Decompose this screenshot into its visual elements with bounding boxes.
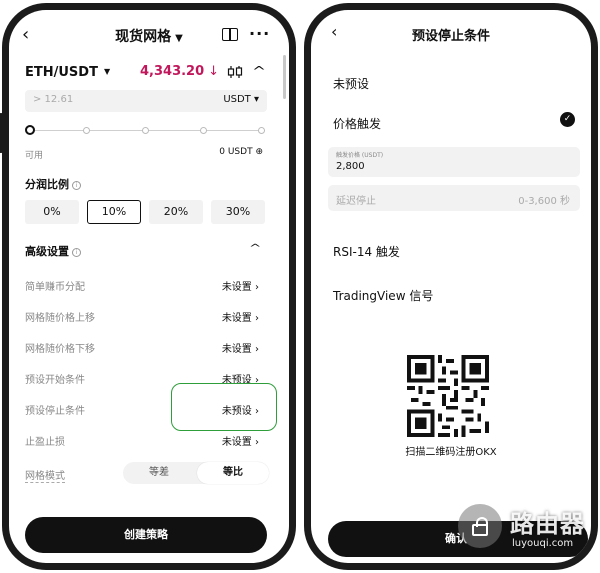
- watermark-logo: [458, 504, 502, 548]
- arrow-down-icon: ↓: [208, 64, 220, 79]
- row-value-grid-down[interactable]: 未设置 ›: [222, 340, 259, 355]
- ratio-option-30[interactable]: 30%: [211, 200, 265, 224]
- option-tradingview-signal[interactable]: TradingView 信号: [333, 287, 433, 304]
- caret-down-icon: ▼: [175, 33, 183, 44]
- right-phone: ‹ 预设停止条件 未预设 价格触发 ✓ 触发价格 (USDT) 2,800 延迟…: [304, 3, 598, 570]
- watermark-text: 路由器: [510, 510, 585, 538]
- grid-mode-geometric[interactable]: 等比: [197, 462, 269, 484]
- page-title[interactable]: 现货网格 ▼: [9, 26, 289, 46]
- profit-ratio-title: 分润比例 i: [25, 176, 81, 192]
- book-icon[interactable]: [222, 28, 238, 41]
- slider-step[interactable]: [200, 127, 207, 134]
- left-phone: ‹ 现货网格 ▼ ··· ETH/USDT ▼ 4,343.20 ↓ ^ > 12.6…: [0, 3, 296, 570]
- info-icon[interactable]: i: [72, 248, 81, 257]
- available-value: 0 USDT ⊕: [219, 147, 263, 157]
- watermark-url: luyouqi.com: [512, 538, 574, 549]
- qr-caption: 扫描二维码注册OKX: [405, 447, 497, 458]
- scrollbar[interactable]: [283, 55, 286, 99]
- side-button: [0, 113, 3, 153]
- candlestick-icon[interactable]: [227, 65, 243, 83]
- grid-mode-toggle[interactable]: 等差 等比: [123, 462, 269, 484]
- ratio-option-20[interactable]: 20%: [149, 200, 203, 224]
- create-strategy-button[interactable]: 创建策略: [25, 517, 267, 553]
- row-label-stop-condition: 预设停止条件: [25, 406, 85, 417]
- top-nav: ‹ 现货网格 ▼ ···: [9, 22, 289, 52]
- amount-slider[interactable]: [25, 125, 265, 136]
- investment-amount-input[interactable]: > 12.61 USDT ▾: [25, 90, 267, 112]
- available-label: 可用: [25, 151, 44, 161]
- advanced-settings-title[interactable]: 高级设置 i: [25, 243, 81, 259]
- stop-condition-highlight: [171, 383, 277, 431]
- checkmark-icon: ✓: [560, 112, 575, 127]
- trading-pair-selector[interactable]: ETH/USDT ▼: [25, 65, 110, 80]
- chevron-up-icon[interactable]: ^: [252, 64, 266, 78]
- add-circle-icon[interactable]: ⊕: [255, 147, 263, 157]
- ratio-option-0[interactable]: 0%: [25, 200, 79, 224]
- slider-handle[interactable]: [25, 125, 35, 135]
- row-label-start-condition: 预设开始条件: [25, 375, 85, 386]
- chevron-up-icon[interactable]: ^: [249, 243, 262, 254]
- more-icon[interactable]: ···: [249, 24, 270, 43]
- unit-selector[interactable]: USDT ▾: [223, 94, 259, 105]
- caret-down-icon: ▼: [103, 67, 111, 76]
- row-label-grid-up: 网格随价格上移: [25, 313, 95, 324]
- lock-icon: [472, 517, 488, 536]
- grid-strategy-screen: ‹ 现货网格 ▼ ··· ETH/USDT ▼ 4,343.20 ↓ ^ > 12.6…: [9, 10, 289, 563]
- watermark: 路由器 luyouqi.com: [458, 498, 598, 558]
- row-label-grid-down: 网格随价格下移: [25, 344, 95, 355]
- page-title: 预设停止条件: [411, 29, 490, 44]
- row-value-simple-earn[interactable]: 未设置 ›: [222, 278, 259, 293]
- stop-condition-screen: ‹ 预设停止条件 未预设 价格触发 ✓ 触发价格 (USDT) 2,800 延迟…: [311, 10, 591, 563]
- grid-mode-arithmetic[interactable]: 等差: [123, 462, 195, 484]
- trigger-price-input[interactable]: 触发价格 (USDT) 2,800: [328, 147, 580, 177]
- current-price: 4,343.20 ↓: [140, 64, 220, 79]
- option-rsi-trigger[interactable]: RSI-14 触发: [333, 243, 400, 260]
- slider-step[interactable]: [258, 127, 265, 134]
- row-label-tp-sl: 止盈止损: [25, 437, 65, 448]
- ratio-option-10[interactable]: 10%: [87, 200, 141, 224]
- option-price-trigger[interactable]: 价格触发: [333, 115, 381, 132]
- slider-step[interactable]: [83, 127, 90, 134]
- row-value-grid-up[interactable]: 未设置 ›: [222, 309, 259, 324]
- slider-step[interactable]: [142, 127, 149, 134]
- option-not-preset[interactable]: 未预设: [333, 75, 369, 92]
- info-icon[interactable]: i: [72, 181, 81, 190]
- delay-stop-input[interactable]: 延迟停止 0-3,600 秒: [328, 185, 580, 211]
- grid-mode-label: 网格模式: [25, 467, 65, 483]
- row-label-simple-earn: 简单赚币分配: [25, 282, 85, 293]
- row-value-tp-sl[interactable]: 未设置 ›: [222, 433, 259, 448]
- qr-code: [407, 355, 489, 437]
